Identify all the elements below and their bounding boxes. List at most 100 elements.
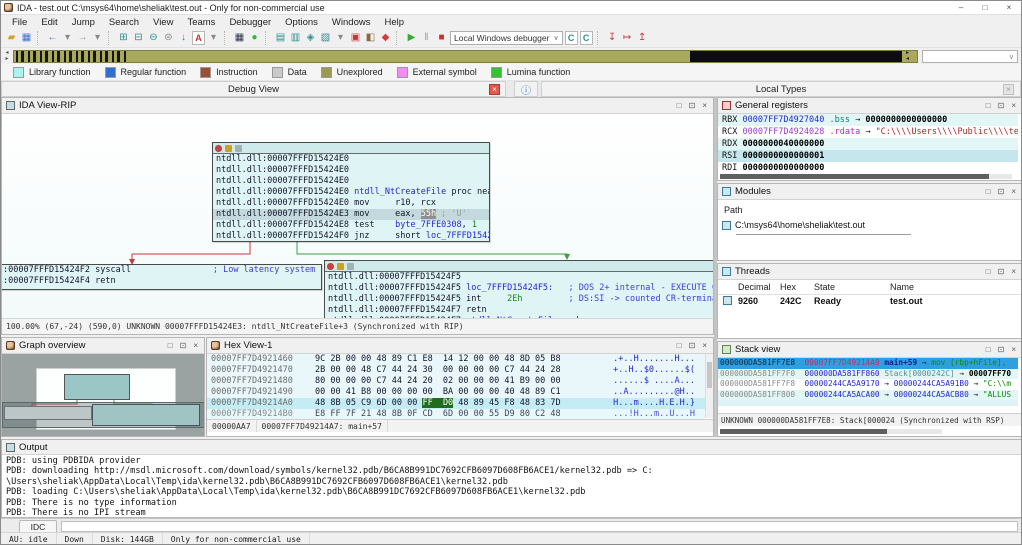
step-out-button[interactable]: ↥ <box>636 31 649 45</box>
close-icon[interactable]: × <box>1011 101 1016 110</box>
stack-list[interactable]: 000000DA581FF7E8 00007FF7D49214A9 main+5… <box>718 358 1018 407</box>
segments-window-button[interactable]: ⊖ <box>147 31 160 45</box>
module-list-button[interactable]: ▥ <box>289 31 302 45</box>
watch-list-button[interactable]: ◈ <box>304 31 317 45</box>
close-icon[interactable]: × <box>702 341 707 350</box>
menu-item-view[interactable]: View <box>146 17 180 28</box>
stack-row[interactable]: 000000DA581FF7F8 00000244CA5A9170 → 0000… <box>718 379 1018 390</box>
register-list[interactable]: RBX 00007FF7D4927040 .bss → 000000000000… <box>718 114 1018 172</box>
debugger-select[interactable]: Local Windows debugger ∨ <box>450 31 563 45</box>
disassembly-line[interactable]: ntdll.dll:00007FFFD15424E0 ntdll_NtCreat… <box>213 187 489 198</box>
node-color-icon[interactable] <box>215 144 222 152</box>
disassembly-line[interactable]: ntdll.dll:00007FFFD15424E0 <box>213 154 489 165</box>
threads-column-headers[interactable]: Decimal Hex State Name <box>718 282 1021 295</box>
save-button[interactable]: ▦ <box>20 31 33 45</box>
modules-path-header[interactable]: Path <box>724 205 743 215</box>
overview-viewport[interactable] <box>2 402 204 428</box>
graph-node-syscall[interactable]: :00007FFFD15424F2 syscall ; Low latency … <box>2 264 322 290</box>
open-file-button[interactable]: ▰ <box>5 31 18 45</box>
close-icon[interactable]: × <box>1011 187 1016 196</box>
hex-row[interactable]: 00007FF7D4921470 2B 00 00 48 C7 44 24 30 … <box>207 365 705 376</box>
float-icon[interactable]: ⊡ <box>180 341 187 350</box>
disassembly-line[interactable]: ntdll.dll:00007FFFD15424F5 int 2Eh ; DS:… <box>325 294 713 305</box>
disassembly-line[interactable]: :00007FFFD15424F2 syscall ; Low latency … <box>2 265 321 276</box>
run-to-cursor-c-button[interactable]: C <box>564 31 578 45</box>
registers-horizontal-scrollbar[interactable] <box>720 174 1012 179</box>
functions-window-button[interactable]: ⊞ <box>117 31 130 45</box>
scrollbar-thumb[interactable] <box>720 174 989 179</box>
restore-icon[interactable]: □ <box>677 341 682 350</box>
restore-icon[interactable]: □ <box>986 267 991 276</box>
stack-row[interactable]: 000000DA581FF800 00000244CA5ACA00 → 0000… <box>718 389 1018 400</box>
register-row[interactable]: RDI 0000000000000000 <box>718 162 1018 172</box>
tab-close-icon[interactable]: × <box>489 84 500 95</box>
menu-item-edit[interactable]: Edit <box>34 17 64 28</box>
breakpoint-list-button[interactable]: ▤ <box>274 31 287 45</box>
close-icon[interactable]: × <box>1011 345 1016 354</box>
modules-header[interactable]: Modules □ ⊡ × <box>718 184 1021 200</box>
text-search-button[interactable]: A <box>192 31 205 45</box>
graph-overview-header[interactable]: Graph overview □ ⊡ × <box>2 338 204 354</box>
disassembly-line[interactable]: ntdll.dll:00007FFFD15424F7 retn <box>325 305 713 316</box>
stack-view-header[interactable]: Stack view □ ⊡ × <box>718 342 1021 358</box>
restore-icon[interactable]: □ <box>986 101 991 110</box>
col-state[interactable]: State <box>814 282 835 292</box>
maximize-button[interactable]: □ <box>973 1 997 14</box>
stack-horizontal-scrollbar[interactable] <box>720 429 942 434</box>
regions-dropdown[interactable]: ▾ <box>334 31 347 45</box>
restore-icon[interactable]: □ <box>986 345 991 354</box>
terminate-button[interactable]: ◆ <box>379 31 392 45</box>
register-row[interactable]: RDX 0000000040000000 <box>718 138 1018 150</box>
hex-row[interactable]: 00007FF7D4921490 00 00 41 B8 00 00 00 00 … <box>207 387 705 398</box>
search-dropdown[interactable]: ▾ <box>207 31 220 45</box>
menu-item-debugger[interactable]: Debugger <box>222 17 278 28</box>
register-row[interactable]: RCX 00007FF7D4924028 .rdata → "C:\\\\Use… <box>718 126 1018 138</box>
float-icon[interactable]: ⊡ <box>689 101 696 110</box>
disassembly-line[interactable]: ntdll.dll:00007FFFD15424F0 jnz short loc… <box>213 231 489 241</box>
start-process-button[interactable]: ▶ <box>405 31 418 45</box>
menu-item-search[interactable]: Search <box>102 17 146 28</box>
scrollbar-thumb[interactable] <box>720 429 887 434</box>
threads-header[interactable]: Threads □ ⊡ × <box>718 264 1021 280</box>
step-into-button[interactable]: ↧ <box>606 31 619 45</box>
disassembly-line[interactable]: :00007FFFD15424F4 retn <box>2 276 321 287</box>
graph-overview-canvas[interactable] <box>2 354 204 436</box>
menu-item-file[interactable]: File <box>5 17 34 28</box>
node-color-icon[interactable] <box>327 262 334 270</box>
address-navigator[interactable]: ▸ ◂ <box>13 49 918 63</box>
navigate-back-button[interactable]: ← <box>46 31 59 45</box>
hex-row[interactable]: 00007FF7D4921480 80 00 00 00 C7 44 24 20 … <box>207 376 705 387</box>
hex-row[interactable]: 00007FF7D49214A0 48 8B 05 C9 6D 00 00 FF … <box>207 398 705 409</box>
float-icon[interactable]: ⊡ <box>998 345 1005 354</box>
hex-dump[interactable]: 00007FF7D4921460 9C 2B 00 00 48 89 C1 E8 … <box>207 354 705 420</box>
disassembly-line[interactable]: ntdll.dll:00007FFFD15424E0 <box>213 165 489 176</box>
menu-item-teams[interactable]: Teams <box>180 17 222 28</box>
float-icon[interactable]: ⊡ <box>998 267 1005 276</box>
restore-icon[interactable]: □ <box>986 187 991 196</box>
close-icon[interactable]: × <box>1011 267 1016 276</box>
stack-row[interactable]: 000000DA581FF7E8 00007FF7D49214A9 main+5… <box>718 358 1018 369</box>
names-window-button[interactable]: ⊟ <box>132 31 145 45</box>
jump-button[interactable]: ↓ <box>177 31 190 45</box>
close-icon[interactable]: × <box>702 101 707 110</box>
node-collapse-icon[interactable] <box>235 144 242 152</box>
float-icon[interactable]: ⊡ <box>998 101 1005 110</box>
graph-canvas[interactable]: ntdll.dll:00007FFFD15424E0 ntdll.dll:0000… <box>2 114 713 318</box>
col-name[interactable]: Name <box>890 282 914 292</box>
run-until-return-c-button[interactable]: C <box>579 31 593 45</box>
col-hex[interactable]: Hex <box>780 282 796 292</box>
forward-dropdown[interactable]: ▾ <box>91 31 104 45</box>
pause-process-button[interactable]: ‖ <box>420 31 433 45</box>
node-edit-icon[interactable] <box>225 144 232 152</box>
graph-node-main[interactable]: ntdll.dll:00007FFFD15424E0 ntdll.dll:0000… <box>212 142 490 242</box>
ida-view-header[interactable]: IDA View-RIP □ ⊡ × <box>2 98 713 114</box>
registers-header[interactable]: General registers □ ⊡ × <box>718 98 1021 114</box>
output-header[interactable]: Output <box>2 440 1021 455</box>
module-row[interactable]: C:\msys64\home\sheliak\test.out <box>722 220 865 230</box>
navband-right-arrows[interactable]: ▸ ◂ <box>906 51 909 62</box>
output-log[interactable]: PDB: using PDBIDA provider PDB: downloadi… <box>2 455 1021 517</box>
navband-combobox[interactable]: ∨ <box>922 49 1018 63</box>
tab-debug-view[interactable]: Debug View × <box>1 81 506 97</box>
disassembly-line[interactable]: ntdll.dll:00007FFFD15424E3 mov eax, 55h … <box>213 209 489 220</box>
tab-local-types[interactable]: Local Types × <box>541 81 1021 97</box>
